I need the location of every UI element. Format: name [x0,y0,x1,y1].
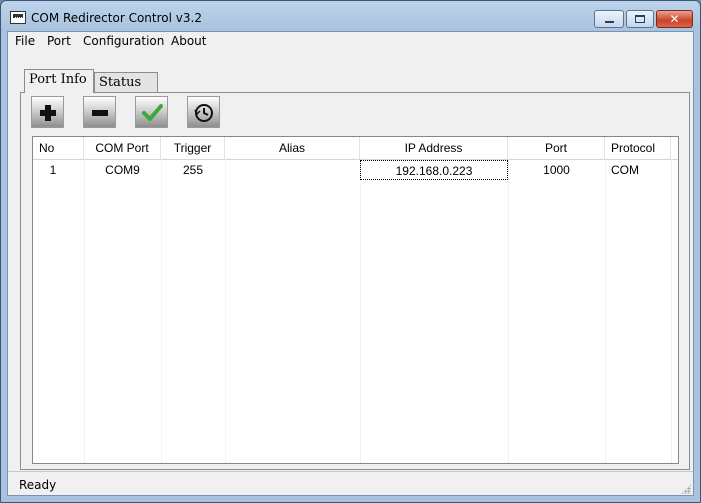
column-header-no[interactable]: No [33,137,84,159]
column-header-ip-address[interactable]: IP Address [360,137,508,159]
app-window: COM Redirector Control v3.2 ✕ File Port … [0,0,701,503]
port-list-header: No COM Port Trigger Alias IP Address Por… [33,137,678,160]
resize-grip-icon[interactable] [681,484,691,494]
cell-com-port: COM9 [105,163,140,177]
client-area: File Port Configuration About Port Info … [7,31,694,496]
column-divider [84,159,85,463]
remove-port-button[interactable] [83,96,116,128]
tab-port-info[interactable]: Port Info [24,69,94,93]
column-divider [360,159,361,463]
column-divider [508,159,509,463]
tab-status[interactable]: Status [94,72,158,93]
status-text: Ready [19,478,57,492]
tab-port-info-label: Port Info [29,72,87,87]
minimize-button[interactable] [594,10,624,28]
history-clock-icon [194,104,213,122]
port-info-panel: No COM Port Trigger Alias IP Address Por… [20,92,690,470]
history-button[interactable] [187,96,220,128]
menu-file[interactable]: File [11,34,39,48]
column-divider [161,159,162,463]
column-header-com-port[interactable]: COM Port [84,137,161,159]
menu-port[interactable]: Port [43,34,75,48]
cell-ip-address[interactable]: 192.168.0.223 [360,160,508,180]
column-header-trigger[interactable]: Trigger [161,137,225,159]
title-bar[interactable]: COM Redirector Control v3.2 ✕ [1,1,700,31]
close-icon: ✕ [669,12,680,26]
apply-button[interactable] [135,96,168,128]
minimize-icon [605,21,614,23]
tab-status-label: Status [99,75,142,90]
column-header-protocol[interactable]: Protocol [605,137,671,159]
column-header-port[interactable]: Port [508,137,605,159]
add-port-button[interactable] [31,96,64,128]
cell-protocol: COM [611,163,639,177]
cell-no: 1 [49,163,57,177]
window-title: COM Redirector Control v3.2 [31,11,202,25]
column-divider [605,159,606,463]
column-divider [671,159,672,463]
table-row[interactable]: 1 COM9 255 192.168.0.223 1000 COM [33,159,678,181]
cell-port: 1000 [543,163,570,177]
menu-configuration[interactable]: Configuration [79,34,168,48]
app-icon[interactable] [10,11,26,24]
add-icon [40,105,56,121]
status-bar: Ready [8,471,693,496]
port-list[interactable]: No COM Port Trigger Alias IP Address Por… [32,136,679,464]
maximize-button[interactable] [626,10,654,28]
cell-alias [225,159,360,181]
maximize-icon [635,15,645,23]
apply-check-icon [142,104,163,121]
menu-about[interactable]: About [167,34,210,48]
column-header-alias[interactable]: Alias [225,137,360,159]
cell-trigger: 255 [182,163,204,177]
column-divider [225,159,226,463]
close-button[interactable]: ✕ [656,10,693,28]
menu-bar: File Port Configuration About [8,32,693,52]
remove-icon [92,110,108,116]
